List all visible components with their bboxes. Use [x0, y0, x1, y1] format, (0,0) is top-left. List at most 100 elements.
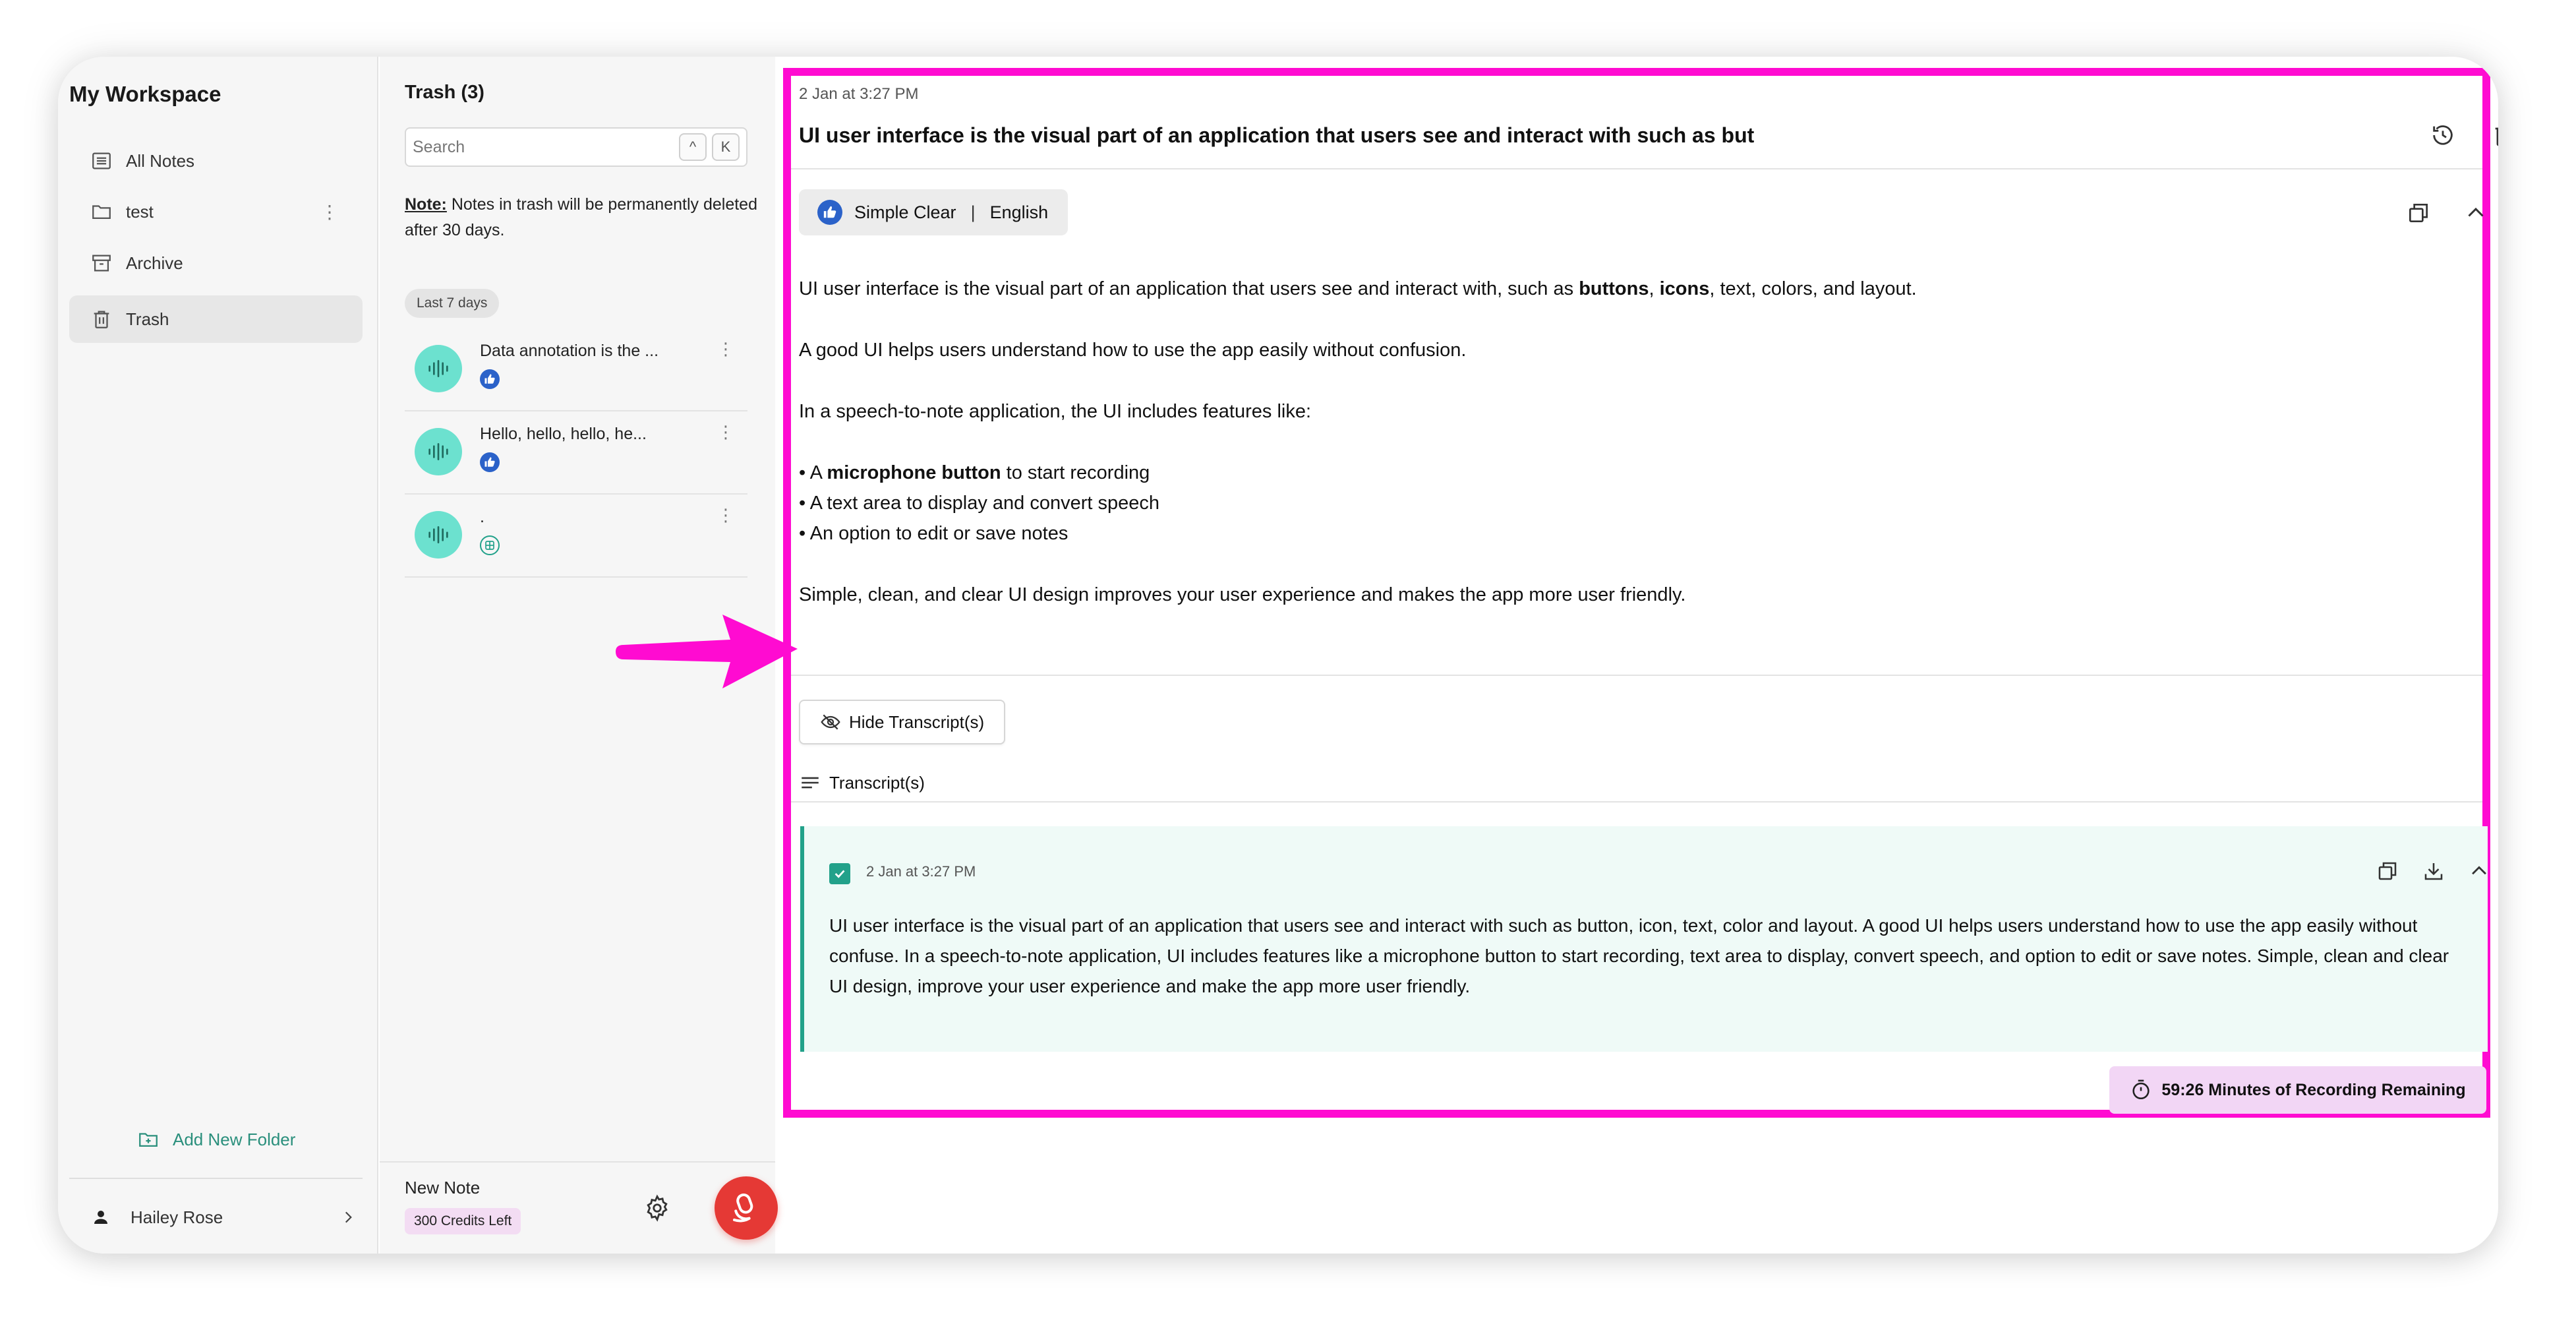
chevron-up-icon[interactable]	[2463, 855, 2495, 887]
new-note-label: New Note	[405, 1178, 481, 1197]
recording-remaining-text: 59:26 Minutes of Recording Remaining	[2161, 1080, 2466, 1099]
search-box: ^ K	[405, 127, 747, 167]
summary-bullet: • A text area to display and convert spe…	[799, 493, 1159, 514]
note-title: Hello, hello, hello, he...	[480, 425, 647, 443]
list-divider	[380, 1161, 775, 1163]
transcript-checkbox[interactable]	[829, 863, 850, 884]
folder-icon	[92, 205, 111, 220]
sidebar-item-label: test	[126, 201, 154, 222]
copy-icon[interactable]	[2403, 197, 2434, 229]
timer-icon	[2132, 1079, 2150, 1100]
search-input[interactable]	[413, 137, 674, 157]
audio-wave-icon	[415, 428, 462, 475]
like-icon	[480, 369, 500, 389]
chevron-right-icon	[345, 1211, 352, 1223]
hide-transcripts-button[interactable]: Hide Transcript(s)	[799, 700, 1006, 744]
app-window: My Workspace All Notes test ⋮ Archive Tr…	[58, 57, 2498, 1254]
sidebar-item-label: Trash	[126, 309, 169, 329]
sidebar-item-all-notes[interactable]: All Notes	[69, 137, 363, 185]
history-icon[interactable]	[2427, 119, 2459, 151]
shortcut-key-ctrl: ^	[679, 133, 707, 161]
summary-text: , text, colors, and layout.	[1709, 278, 1917, 299]
note-title: .	[480, 508, 484, 526]
summary-text: ,	[1649, 278, 1660, 299]
note-title: UI user interface is the visual part of …	[799, 123, 1755, 147]
summary-bullet: • A microphone button to start recording	[799, 458, 2447, 488]
list-item[interactable]: Data annotation is the ... ⋮	[405, 328, 747, 411]
sidebar-item-test[interactable]: test ⋮	[69, 188, 363, 235]
folder-plus-icon	[139, 1133, 158, 1147]
note-menu-icon[interactable]: ⋮	[717, 339, 734, 359]
arrow-pointer-icon	[616, 615, 798, 688]
summary-text: to start recording	[1001, 462, 1150, 483]
record-button[interactable]	[715, 1176, 778, 1240]
list-item[interactable]: Hello, hello, hello, he... ⋮	[405, 411, 747, 495]
transcripts-heading: Transcript(s)	[799, 772, 925, 794]
transcript-card: 2 Jan at 3:27 PM UI user interface is th…	[800, 826, 2488, 1052]
summary-bold: microphone button	[827, 462, 1001, 483]
download-icon[interactable]	[2418, 855, 2449, 887]
note-title: Data annotation is the ...	[480, 342, 659, 360]
summary-style-selector[interactable]: Simple Clear | English	[799, 189, 1068, 235]
user-name: Hailey Rose	[131, 1207, 223, 1227]
recording-remaining-badge: 59:26 Minutes of Recording Remaining	[2109, 1066, 2486, 1114]
summary-divider	[791, 675, 2482, 676]
credits-badge: 300 Credits Left	[405, 1208, 521, 1234]
list-title: Trash (3)	[405, 82, 484, 103]
note-summary: UI user interface is the visual part of …	[799, 274, 2447, 610]
like-icon	[480, 452, 500, 472]
notes-list-icon	[92, 152, 111, 169]
summary-bullet: • An option to edit or save notes	[799, 523, 1068, 544]
trash-icon	[94, 311, 109, 328]
style-name: Simple Clear	[854, 202, 956, 222]
note-menu-icon[interactable]: ⋮	[717, 505, 734, 526]
lines-icon	[802, 777, 819, 789]
sidebar-item-trash[interactable]: Trash	[69, 295, 363, 343]
note-date: 2 Jan at 3:27 PM	[799, 85, 919, 103]
summary-paragraph: Simple, clean, and clear UI design impro…	[799, 584, 1686, 605]
sidebar-item-archive[interactable]: Archive	[69, 239, 363, 287]
eye-off-icon	[821, 714, 840, 730]
summary-paragraph: In a speech-to-note application, the UI …	[799, 401, 1312, 422]
folder-menu-icon[interactable]: ⋮	[320, 201, 339, 223]
transcript-text: UI user interface is the visual part of …	[829, 915, 2449, 996]
note-body: Notes in trash will be permanently delet…	[405, 195, 757, 239]
transcripts-divider	[791, 801, 2482, 802]
group-label: Last 7 days	[405, 289, 500, 318]
transcript-date: 2 Jan at 3:27 PM	[866, 863, 976, 880]
grid-icon	[480, 535, 500, 555]
sidebar: My Workspace All Notes test ⋮ Archive Tr…	[58, 57, 378, 1254]
workspace-title: My Workspace	[69, 82, 221, 106]
style-separator: |	[970, 202, 976, 222]
audio-wave-icon	[415, 345, 462, 392]
trash-icon[interactable]	[2488, 119, 2498, 151]
gear-icon[interactable]	[643, 1194, 671, 1222]
sidebar-divider	[69, 1178, 363, 1179]
summary-text: • A	[799, 462, 827, 483]
user-icon	[94, 1211, 107, 1224]
summary-paragraph: UI user interface is the visual part of …	[799, 274, 2447, 304]
add-folder-label: Add New Folder	[173, 1129, 296, 1149]
summary-paragraph: A good UI helps users understand how to …	[799, 340, 1467, 361]
sidebar-item-label: Archive	[126, 253, 183, 273]
chevron-up-icon[interactable]	[2460, 197, 2492, 229]
archive-icon	[92, 255, 111, 272]
trash-note: Note: Notes in trash will be permanently…	[405, 192, 761, 243]
note-detail-panel: 2 Jan at 3:27 PM UI user interface is th…	[783, 68, 2498, 1118]
list-item[interactable]: . ⋮	[405, 495, 747, 578]
summary-bold: icons	[1659, 278, 1710, 299]
record-note-icon	[732, 1193, 753, 1223]
note-prefix: Note:	[405, 195, 447, 214]
user-profile-button[interactable]: Hailey Rose	[91, 1197, 365, 1237]
hide-transcripts-label: Hide Transcript(s)	[849, 711, 985, 732]
add-new-folder-button[interactable]: Add New Folder	[137, 1128, 295, 1151]
copy-icon[interactable]	[2372, 855, 2403, 887]
summary-text: UI user interface is the visual part of …	[799, 278, 1579, 299]
summary-bold: buttons	[1579, 278, 1649, 299]
note-menu-icon[interactable]: ⋮	[717, 422, 734, 442]
like-icon	[817, 200, 842, 225]
shortcut-key-k: K	[712, 133, 740, 161]
sidebar-item-label: All Notes	[126, 150, 195, 171]
language-name: English	[989, 202, 1049, 222]
header-divider	[791, 168, 2482, 169]
